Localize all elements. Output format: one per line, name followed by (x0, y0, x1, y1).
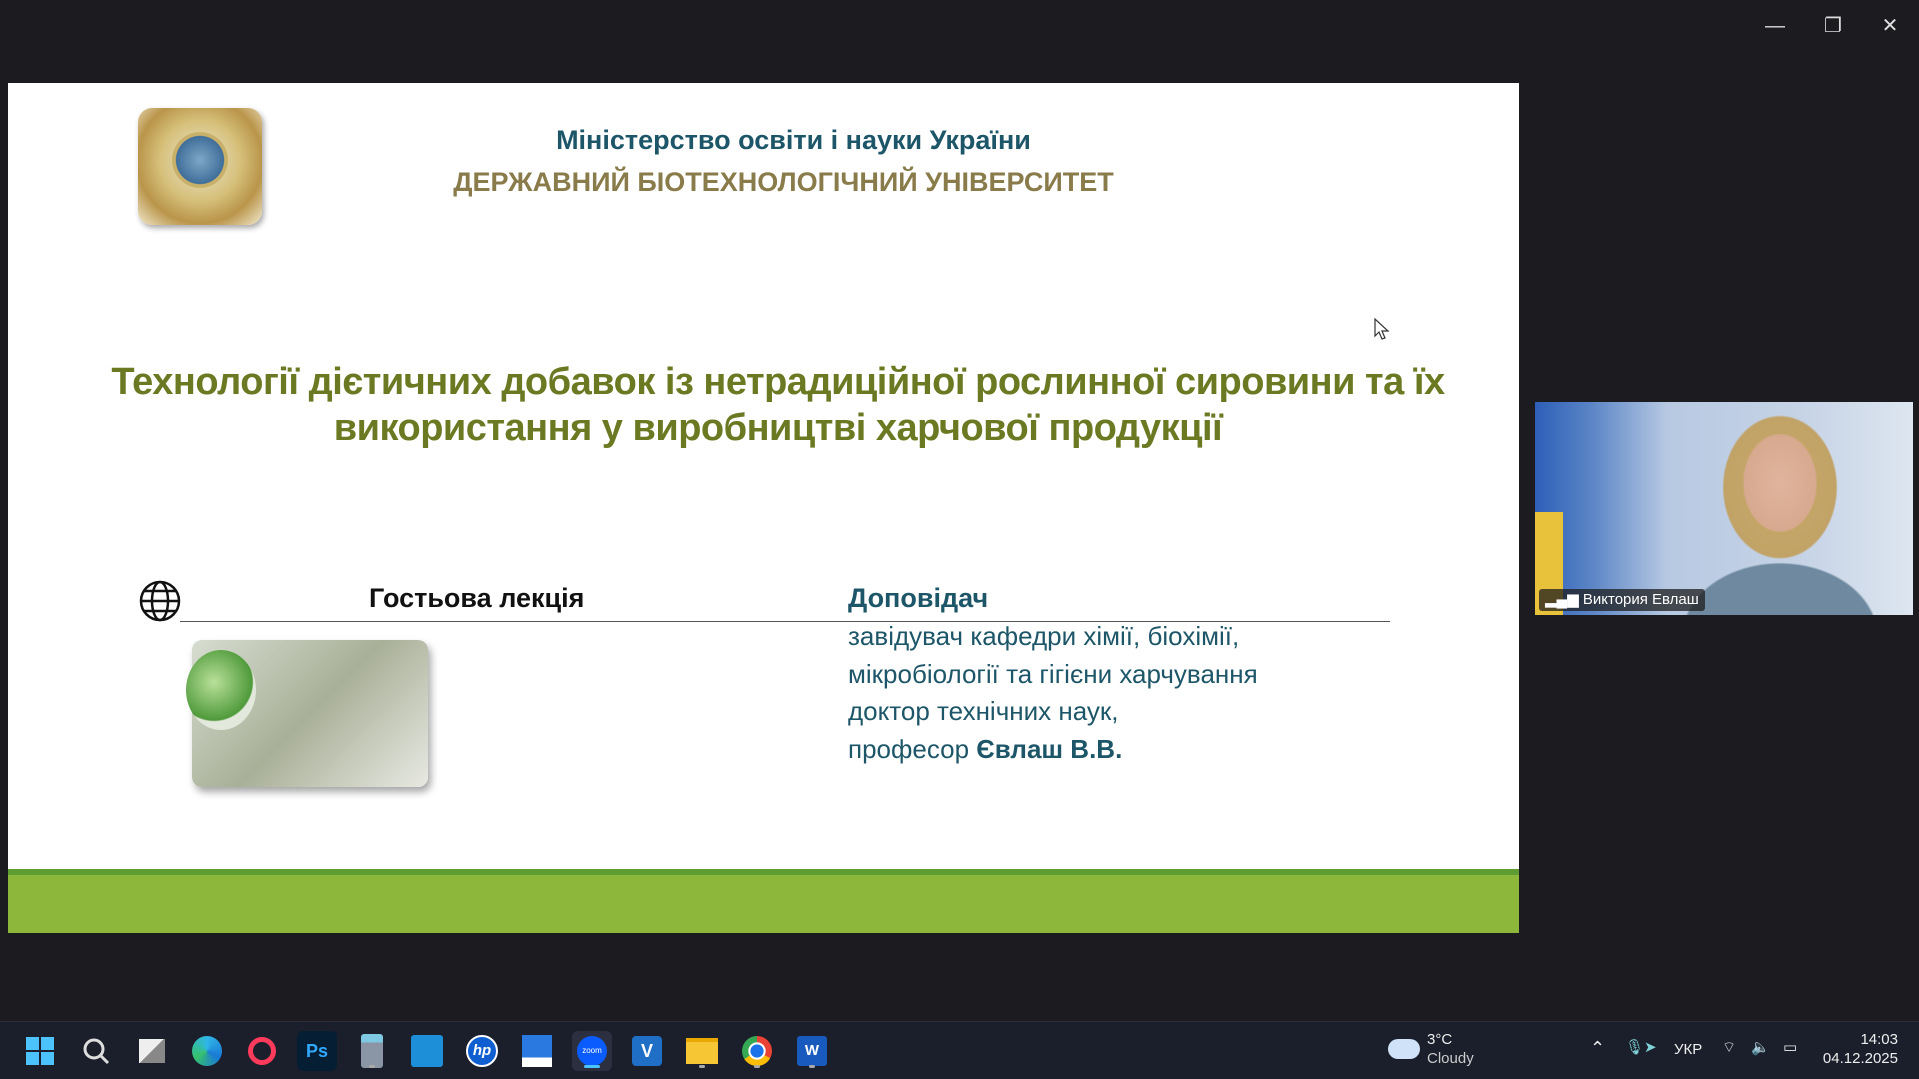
task-view-icon (139, 1039, 165, 1063)
clock-time[interactable]: 14:03 (1822, 1031, 1898, 1048)
globe-icon (139, 580, 181, 622)
task-view-button[interactable] (132, 1031, 172, 1071)
windows-icon (26, 1037, 54, 1065)
calculator-button[interactable] (352, 1031, 392, 1071)
weather-condition[interactable]: Cloudy (1427, 1050, 1474, 1067)
running-indicator (699, 1065, 705, 1068)
edge-button[interactable] (187, 1031, 227, 1071)
minimize-button[interactable]: — (1752, 10, 1798, 42)
speaker-title: професор (848, 734, 977, 764)
scanner-button[interactable] (517, 1031, 557, 1071)
running-indicator (809, 1065, 815, 1068)
chrome-button[interactable] (737, 1031, 777, 1071)
restore-button[interactable]: ❐ (1810, 10, 1856, 42)
language-indicator[interactable]: УКР (1674, 1041, 1702, 1058)
hp-button[interactable]: hp (462, 1031, 502, 1071)
speaker-line: доктор технічних наук, (848, 696, 1119, 726)
guest-lecture-label: Гостьова лекція (369, 583, 585, 613)
file-explorer-button[interactable] (682, 1031, 722, 1071)
zoom-icon: zoom (577, 1036, 607, 1066)
chrome-icon (742, 1036, 772, 1066)
mic-location-icon[interactable]: 🎙➤ (1625, 1038, 1657, 1056)
active-indicator (584, 1065, 600, 1068)
footer-band (8, 869, 1519, 933)
close-button[interactable]: ✕ (1867, 10, 1913, 42)
edge-icon (192, 1036, 222, 1066)
running-indicator (369, 1065, 375, 1068)
map-book-image (186, 640, 428, 787)
taskbar: Ps hp zoom V W 3°C Cloudy ⌃ 🎙➤ УКР ⌔ 🔈 ▭… (0, 1021, 1919, 1079)
calculator-icon (361, 1034, 383, 1068)
vsdx-button[interactable]: V (627, 1031, 667, 1071)
word-icon: W (797, 1036, 827, 1066)
search-button[interactable] (76, 1031, 116, 1071)
hp-icon: hp (466, 1035, 498, 1067)
shared-slide: Міністерство освіти і науки України ДЕРЖ… (8, 83, 1519, 933)
participant-video (1685, 402, 1875, 615)
photoshop-button[interactable]: Ps (297, 1031, 337, 1071)
recorder-button[interactable] (242, 1031, 282, 1071)
battery-icon[interactable]: ▭ (1783, 1038, 1797, 1056)
folder-icon (686, 1038, 718, 1064)
mouse-cursor-icon (1374, 318, 1390, 340)
speaker-line: завідувач кафедри хімії, біохімії, (848, 621, 1240, 651)
weather-temp[interactable]: 3°C (1427, 1031, 1452, 1048)
hp-smart-button[interactable] (407, 1031, 447, 1071)
lecture-title-line2: використання у виробництві харчової прод… (333, 407, 1223, 449)
clock-date[interactable]: 04.12.2025 (1822, 1050, 1898, 1067)
speaker-line: мікробіології та гігієни харчування (848, 659, 1258, 689)
zoom-button[interactable]: zoom (572, 1031, 612, 1071)
wifi-icon[interactable]: ⌔ (1722, 1038, 1736, 1057)
show-hidden-icons-chevron-icon[interactable]: ⌃ (1590, 1038, 1605, 1059)
university-heading: ДЕРЖАВНИЙ БІОТЕХНОЛОГІЧНИЙ УНІВЕРСИТЕТ (453, 167, 1114, 197)
cloud-icon (1388, 1039, 1420, 1059)
word-button[interactable]: W (792, 1031, 832, 1071)
start-button[interactable] (20, 1031, 60, 1071)
signal-bars-icon: ▂▄▆ (1545, 591, 1583, 608)
volume-icon[interactable]: 🔈 (1751, 1038, 1770, 1056)
running-indicator (754, 1065, 760, 1068)
recorder-icon (248, 1037, 276, 1065)
participant-name: Виктория Евлаш (1582, 591, 1699, 608)
speaker-heading: Доповідач (848, 583, 989, 613)
printer-icon (411, 1035, 443, 1067)
speaker-name-line: професор Євлаш В.В. (848, 734, 1122, 765)
speaker-name: Євлаш В.В. (976, 734, 1123, 764)
search-icon (83, 1038, 110, 1065)
scanner-icon (522, 1035, 552, 1067)
ministry-heading: Міністерство освіти і науки України (556, 125, 1031, 155)
participant-video-tile[interactable]: ▂▄▆ Виктория Евлаш (1535, 402, 1913, 615)
visio-icon: V (632, 1036, 662, 1066)
participant-nametag: ▂▄▆ Виктория Евлаш (1539, 589, 1705, 611)
lecture-title-line1: Технології дієтичних добавок із нетрадиц… (111, 361, 1445, 403)
